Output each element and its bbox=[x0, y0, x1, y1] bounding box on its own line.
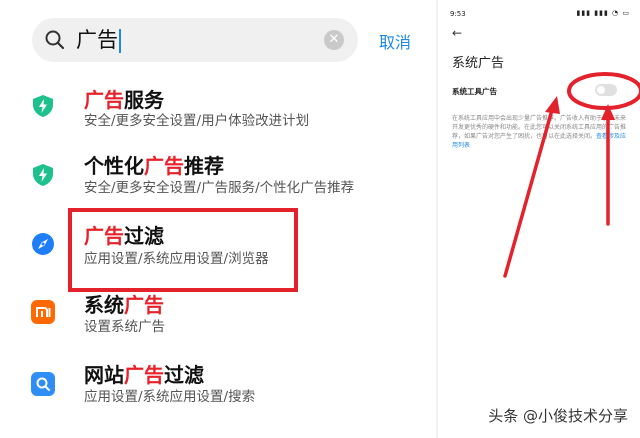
result-title: 个性化广告推荐 bbox=[84, 154, 224, 178]
browser-icon bbox=[32, 233, 54, 255]
page-title: 系统广告 bbox=[452, 56, 505, 71]
search-bar[interactable]: 广告 ✕ bbox=[32, 18, 358, 62]
result-item-ad-service[interactable]: 广告服务 安全/更多安全设置/用户体验改进计划 bbox=[0, 80, 436, 146]
setting-description: 在系统工具应用中会出现少量广告推荐。广告收入有助于小米未来开发更优秀的硬件和功能… bbox=[452, 115, 627, 149]
result-subtitle: 应用设置/系统应用设置/搜索 bbox=[84, 389, 256, 405]
result-subtitle: 安全/更多安全设置/广告服务/个性化广告推荐 bbox=[84, 180, 355, 196]
result-item-system-ads[interactable]: 系统广告 设置系统广告 bbox=[0, 288, 436, 354]
result-title: 广告服务 bbox=[84, 88, 164, 112]
search-input[interactable]: 广告 bbox=[76, 25, 121, 55]
result-title: 网站广告过滤 bbox=[84, 363, 204, 387]
annotation-highlight-box bbox=[68, 208, 298, 292]
status-time: 9:53 bbox=[450, 10, 466, 18]
text-caret bbox=[119, 29, 121, 53]
system-tools-ads-toggle[interactable] bbox=[595, 84, 617, 96]
result-title: 系统广告 bbox=[84, 293, 164, 317]
back-arrow-icon[interactable]: ← bbox=[452, 26, 462, 40]
search-results-panel: 广告 ✕ 取消 广告服务 安全/更多安全设置/用户体验改进计划 个性化广告推荐 … bbox=[0, 0, 436, 438]
status-bar-icons: ▮▮▮ ▮▮▮ ◔ ▭ bbox=[576, 9, 630, 17]
watermark: 头条 @小俊技术分享 bbox=[488, 407, 628, 425]
result-subtitle: 设置系统广告 bbox=[84, 319, 165, 335]
result-item-website-ad-filter[interactable]: 网站广告过滤 应用设置/系统应用设置/搜索 bbox=[0, 358, 436, 424]
mi-logo-icon bbox=[31, 300, 55, 324]
toggle-knob bbox=[597, 86, 605, 94]
cancel-button[interactable]: 取消 bbox=[379, 29, 411, 53]
system-ads-settings-panel: 9:53 ▮▮▮ ▮▮▮ ◔ ▭ ← 系统广告 系统工具广告 在系统工具应用中会… bbox=[438, 0, 640, 438]
clear-icon[interactable]: ✕ bbox=[324, 30, 344, 50]
result-subtitle: 安全/更多安全设置/用户体验改进计划 bbox=[84, 113, 310, 129]
search-app-icon bbox=[31, 372, 55, 396]
setting-label: 系统工具广告 bbox=[452, 87, 497, 96]
result-item-personalized-ads[interactable]: 个性化广告推荐 安全/更多安全设置/广告服务/个性化广告推荐 bbox=[0, 146, 436, 212]
shield-icon bbox=[33, 164, 53, 186]
shield-icon bbox=[33, 95, 53, 117]
search-icon bbox=[45, 30, 65, 50]
